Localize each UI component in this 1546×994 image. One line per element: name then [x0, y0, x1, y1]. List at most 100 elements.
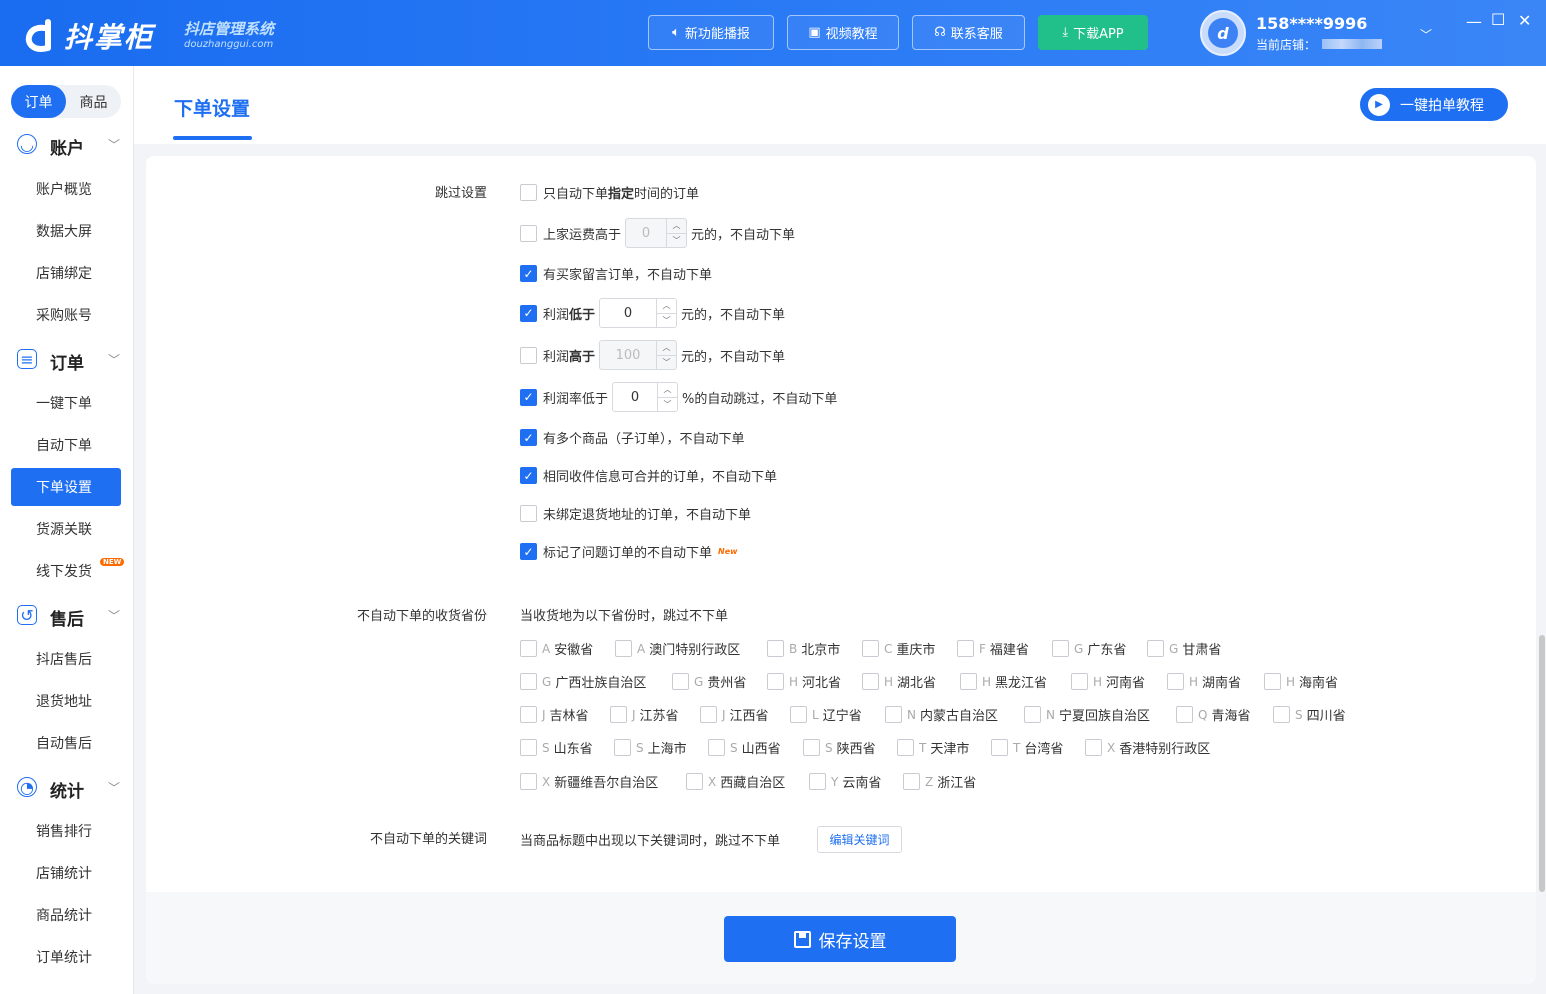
sidebar-item-source-link[interactable]: 货源关联 [11, 510, 121, 548]
checkbox-checked[interactable]: ✓ [520, 304, 537, 322]
new-features-button[interactable]: 🔈︎ 新功能播报 [648, 15, 774, 50]
province-option[interactable]: A 安徽省 [520, 639, 593, 658]
province-option[interactable]: J 江苏省 [610, 705, 679, 724]
checkbox[interactable] [520, 346, 537, 364]
province-option[interactable]: L 辽宁省 [790, 705, 862, 724]
edit-keywords-button[interactable]: 编辑关键词 [817, 826, 902, 853]
option-specified-time-only[interactable]: 只自动下单 指定 时间的订单 [520, 183, 699, 202]
checkbox-checked[interactable]: ✓ [520, 265, 537, 282]
sidebar-item-auto-order[interactable]: 自动下单 [11, 426, 121, 464]
nav-group-stats[interactable]: ◔ 统计 ﹀ [0, 773, 134, 803]
checkbox-checked[interactable]: ✓ [520, 388, 537, 406]
checkbox[interactable] [1273, 706, 1290, 723]
checkbox[interactable] [767, 640, 784, 657]
checkbox[interactable] [790, 706, 807, 723]
stepper-up-icon[interactable]: ︿ [658, 383, 678, 398]
video-tutorial-button[interactable]: ▣ 视频教程 [787, 15, 899, 50]
shipping-fee-stepper[interactable]: 0 ︿ ﹀ [625, 218, 688, 248]
checkbox[interactable] [520, 640, 537, 657]
checkbox[interactable] [809, 773, 826, 790]
checkbox[interactable] [520, 224, 537, 242]
province-option[interactable]: S 陕西省 [803, 738, 876, 757]
option-shipping-fee-above[interactable]: 上家运费高于 0 ︿ ﹀ 元的，不自动下单 [520, 218, 795, 248]
checkbox-checked[interactable]: ✓ [520, 543, 537, 560]
stepper-down-icon[interactable]: ﹀ [657, 356, 676, 370]
tab-products[interactable]: 商品 [66, 85, 121, 118]
profit-below-stepper[interactable]: 0 ︿ ﹀ [599, 298, 678, 328]
province-option[interactable]: S 四川省 [1273, 705, 1346, 724]
checkbox[interactable] [897, 739, 914, 756]
checkbox[interactable] [803, 739, 820, 756]
checkbox[interactable] [615, 640, 632, 657]
option-no-return-address[interactable]: 未绑定退货地址的订单，不自动下单 [520, 504, 751, 523]
checkbox[interactable] [520, 706, 537, 723]
province-option[interactable]: H 黑龙江省 [960, 672, 1047, 691]
province-option[interactable]: S 上海市 [614, 738, 687, 757]
sidebar-item-shop-binding[interactable]: 店铺绑定 [11, 254, 121, 292]
stepper-up-icon[interactable]: ︿ [657, 341, 677, 356]
option-profit-rate-below[interactable]: ✓ 利润率低于 0 ︿ ﹀ %的自动跳过，不自动下单 [520, 382, 837, 412]
province-option[interactable]: Z 浙江省 [903, 772, 976, 791]
user-menu-chevron-down-icon[interactable]: ﹀ [1420, 26, 1432, 43]
sidebar-item-order-stats[interactable]: 订单统计 [11, 938, 121, 976]
checkbox[interactable] [700, 706, 717, 723]
close-icon[interactable]: ✕ [1518, 11, 1531, 30]
checkbox[interactable] [520, 739, 537, 756]
province-option[interactable]: X 香港特别行政区 [1085, 738, 1210, 757]
province-option[interactable]: H 河南省 [1071, 672, 1145, 691]
checkbox[interactable] [1147, 640, 1164, 657]
option-mergeable-orders[interactable]: ✓ 相同收件信息可合并的订单，不自动下单 [520, 466, 777, 485]
sidebar-item-offline-shipping[interactable]: 线下发货 NEW [11, 552, 125, 590]
checkbox[interactable] [1071, 673, 1088, 690]
province-option[interactable]: T 台湾省 [991, 738, 1063, 757]
province-option[interactable]: H 湖北省 [862, 672, 936, 691]
checkbox[interactable] [1024, 706, 1041, 723]
stepper-up-icon[interactable]: ︿ [667, 219, 687, 234]
province-option[interactable]: G 广东省 [1052, 639, 1126, 658]
profit-above-stepper[interactable]: 100 ︿ ﹀ [599, 340, 678, 370]
stepper-down-icon[interactable]: ﹀ [667, 234, 686, 248]
option-buyer-message[interactable]: ✓ 有买家留言订单，不自动下单 [520, 264, 712, 283]
province-option[interactable]: X 新疆维吾尔自治区 [520, 772, 658, 791]
checkbox[interactable] [885, 706, 902, 723]
province-option[interactable]: A 澳门特别行政区 [615, 639, 740, 658]
province-option[interactable]: Y 云南省 [809, 772, 881, 791]
checkbox[interactable] [520, 184, 537, 201]
province-option[interactable]: J 江西省 [700, 705, 769, 724]
checkbox[interactable] [610, 706, 627, 723]
user-profile[interactable]: d 158****9996 当前店铺： [1200, 10, 1383, 56]
option-problem-orders[interactable]: ✓ 标记了问题订单的不自动下单 New [520, 542, 738, 561]
sidebar-item-return-address[interactable]: 退货地址 [11, 682, 121, 720]
sidebar-item-auto-aftersale[interactable]: 自动售后 [11, 724, 121, 762]
province-option[interactable]: S 山东省 [520, 738, 593, 757]
checkbox[interactable] [862, 673, 879, 690]
checkbox[interactable] [957, 640, 974, 657]
checkbox[interactable] [686, 773, 703, 790]
province-option[interactable]: Q 青海省 [1176, 705, 1250, 724]
checkbox[interactable] [520, 505, 537, 522]
province-option[interactable]: H 河北省 [767, 672, 841, 691]
scrollbar-thumb[interactable] [1539, 635, 1545, 892]
sidebar-item-data-screen[interactable]: 数据大屏 [11, 212, 121, 250]
province-option[interactable]: H 海南省 [1264, 672, 1338, 691]
stepper-arrows[interactable]: ︿ ﹀ [666, 219, 687, 248]
province-option[interactable]: B 北京市 [767, 639, 840, 658]
checkbox[interactable] [520, 773, 537, 790]
province-option[interactable]: X 西藏自治区 [686, 772, 785, 791]
province-option[interactable]: G 贵州省 [672, 672, 746, 691]
province-option[interactable]: S 山西省 [708, 738, 781, 757]
stepper-arrows[interactable]: ︿ ﹀ [656, 341, 677, 370]
checkbox-checked[interactable]: ✓ [520, 429, 537, 446]
checkbox[interactable] [708, 739, 725, 756]
save-settings-button[interactable]: 保存设置 [724, 916, 956, 962]
checkbox-checked[interactable]: ✓ [520, 467, 537, 484]
download-app-button[interactable]: ⤓ 下载APP [1038, 15, 1148, 50]
province-option[interactable]: F 福建省 [957, 639, 1029, 658]
checkbox[interactable] [520, 673, 537, 690]
checkbox[interactable] [614, 739, 631, 756]
checkbox[interactable] [1085, 739, 1102, 756]
province-option[interactable]: T 天津市 [897, 738, 969, 757]
checkbox[interactable] [862, 640, 879, 657]
tab-orders[interactable]: 订单 [11, 85, 66, 118]
sidebar-item-sales-ranking[interactable]: 销售排行 [11, 812, 121, 850]
